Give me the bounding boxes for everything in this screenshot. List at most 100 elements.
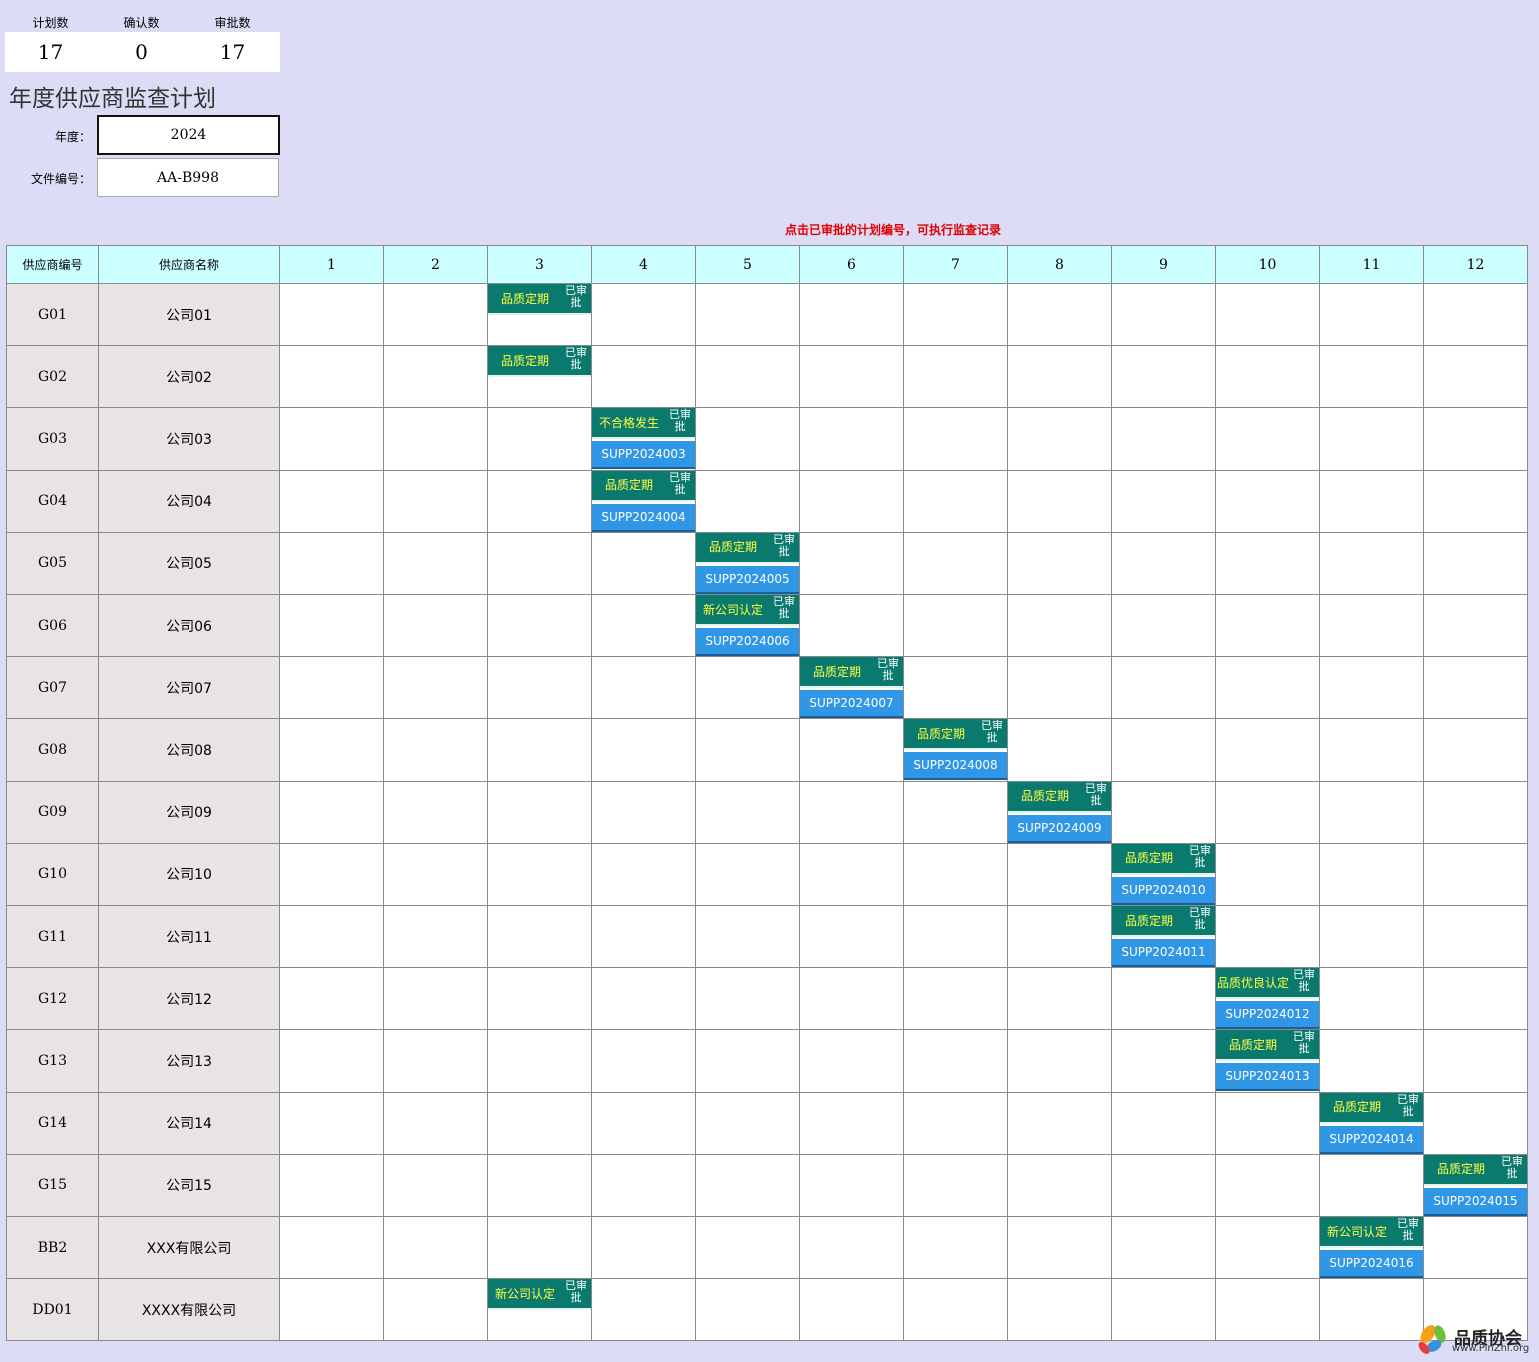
plan-card[interactable]: 新公司认定 已审批 SUPP2024006 (696, 595, 799, 656)
plan-card[interactable]: 品质定期 已审批 SUPP2024010 (1112, 843, 1215, 905)
plan-card[interactable]: 品质定期 已审批 SUPP2024004 (592, 470, 695, 532)
month-cell[interactable] (1111, 407, 1216, 471)
month-cell[interactable] (799, 718, 904, 782)
year-field[interactable]: 2024 (97, 115, 280, 155)
month-cell[interactable] (487, 594, 592, 658)
month-cell[interactable] (903, 1278, 1008, 1342)
month-cell[interactable] (383, 1029, 488, 1093)
month-cell[interactable] (1215, 531, 1320, 595)
month-cell[interactable] (903, 967, 1008, 1031)
plan-card[interactable]: 品质定期 已审批 SUPP2024011 (1112, 906, 1215, 967)
month-cell[interactable] (1319, 1029, 1424, 1093)
month-cell[interactable] (799, 905, 904, 969)
plan-number-button[interactable]: SUPP2024011 (1112, 939, 1215, 967)
month-cell[interactable] (1319, 905, 1424, 969)
month-cell[interactable] (383, 1278, 488, 1342)
plan-card[interactable]: 新公司认定 已审批 (488, 1279, 591, 1311)
month-cell[interactable] (695, 780, 800, 844)
month-cell[interactable] (383, 1153, 488, 1217)
plan-number-button[interactable]: SUPP2024005 (696, 565, 799, 594)
month-cell[interactable] (487, 905, 592, 969)
month-cell[interactable] (591, 1153, 696, 1217)
month-cell[interactable] (1215, 469, 1320, 533)
month-cell[interactable] (1423, 1216, 1528, 1280)
month-cell[interactable] (487, 407, 592, 471)
month-cell[interactable] (591, 718, 696, 782)
month-cell[interactable] (1215, 283, 1320, 347)
month-cell[interactable] (383, 345, 488, 409)
month-cell[interactable] (1215, 1216, 1320, 1280)
month-cell[interactable] (1111, 345, 1216, 409)
month-cell[interactable]: 品质定期 已审批 (487, 345, 592, 409)
month-cell[interactable] (1319, 345, 1424, 409)
month-cell[interactable] (1111, 1153, 1216, 1217)
month-cell[interactable] (799, 1278, 904, 1342)
month-cell[interactable] (1007, 1216, 1112, 1280)
month-cell[interactable] (1007, 905, 1112, 969)
month-cell[interactable] (1319, 718, 1424, 782)
month-cell[interactable] (591, 531, 696, 595)
month-cell[interactable] (487, 780, 592, 844)
month-cell[interactable] (1007, 1091, 1112, 1155)
month-cell[interactable] (799, 531, 904, 595)
month-cell[interactable] (799, 780, 904, 844)
month-cell[interactable] (1423, 345, 1528, 409)
plan-card[interactable]: 品质定期 已审批 (488, 346, 591, 378)
plan-card[interactable]: 品质定期 已审批 (488, 284, 591, 315)
month-cell[interactable] (383, 780, 488, 844)
month-cell[interactable] (487, 656, 592, 720)
month-cell[interactable] (1215, 905, 1320, 969)
month-cell[interactable] (487, 1153, 592, 1217)
month-cell[interactable] (487, 531, 592, 595)
month-cell[interactable] (695, 1216, 800, 1280)
month-cell[interactable] (1111, 1091, 1216, 1155)
month-cell[interactable]: 品质定期 已审批 SUPP2024008 (903, 718, 1008, 782)
month-cell[interactable] (1319, 1278, 1424, 1342)
month-cell[interactable] (487, 1091, 592, 1155)
month-cell[interactable] (279, 1029, 384, 1093)
month-cell[interactable] (591, 905, 696, 969)
month-cell[interactable] (591, 1029, 696, 1093)
month-cell[interactable] (695, 905, 800, 969)
month-cell[interactable] (279, 967, 384, 1031)
month-cell[interactable] (1423, 1091, 1528, 1155)
month-cell[interactable] (279, 905, 384, 969)
month-cell[interactable] (1007, 1153, 1112, 1217)
month-cell[interactable] (1319, 283, 1424, 347)
month-cell[interactable] (1111, 967, 1216, 1031)
month-cell[interactable] (1215, 780, 1320, 844)
month-cell[interactable]: 品质定期 已审批 (487, 283, 592, 347)
month-cell[interactable] (591, 594, 696, 658)
month-cell[interactable] (903, 905, 1008, 969)
month-cell[interactable] (1111, 656, 1216, 720)
month-cell[interactable] (903, 656, 1008, 720)
month-cell[interactable] (1319, 780, 1424, 844)
month-cell[interactable] (903, 780, 1008, 844)
month-cell[interactable] (1423, 905, 1528, 969)
month-cell[interactable] (279, 594, 384, 658)
month-cell[interactable] (279, 718, 384, 782)
month-cell[interactable] (1111, 1278, 1216, 1342)
month-cell[interactable] (279, 656, 384, 720)
month-cell[interactable]: 品质定期 已审批 SUPP2024007 (799, 656, 904, 720)
month-cell[interactable] (695, 345, 800, 409)
month-cell[interactable] (1007, 967, 1112, 1031)
plan-number-button[interactable]: SUPP2024012 (1216, 1001, 1319, 1030)
month-cell[interactable] (1319, 656, 1424, 720)
month-cell[interactable] (1423, 842, 1528, 906)
month-cell[interactable] (591, 780, 696, 844)
month-cell[interactable] (1319, 594, 1424, 658)
month-cell[interactable] (279, 1278, 384, 1342)
month-cell[interactable] (695, 407, 800, 471)
month-cell[interactable] (799, 594, 904, 658)
month-cell[interactable] (799, 1216, 904, 1280)
month-cell[interactable] (1215, 1153, 1320, 1217)
month-cell[interactable] (799, 842, 904, 906)
month-cell[interactable] (279, 1091, 384, 1155)
plan-card[interactable]: 品质定期 已审批 SUPP2024007 (800, 657, 903, 719)
month-cell[interactable] (799, 283, 904, 347)
month-cell[interactable] (1007, 283, 1112, 347)
plan-number-button[interactable]: SUPP2024010 (1112, 876, 1215, 905)
month-cell[interactable] (487, 718, 592, 782)
month-cell[interactable] (1319, 967, 1424, 1031)
